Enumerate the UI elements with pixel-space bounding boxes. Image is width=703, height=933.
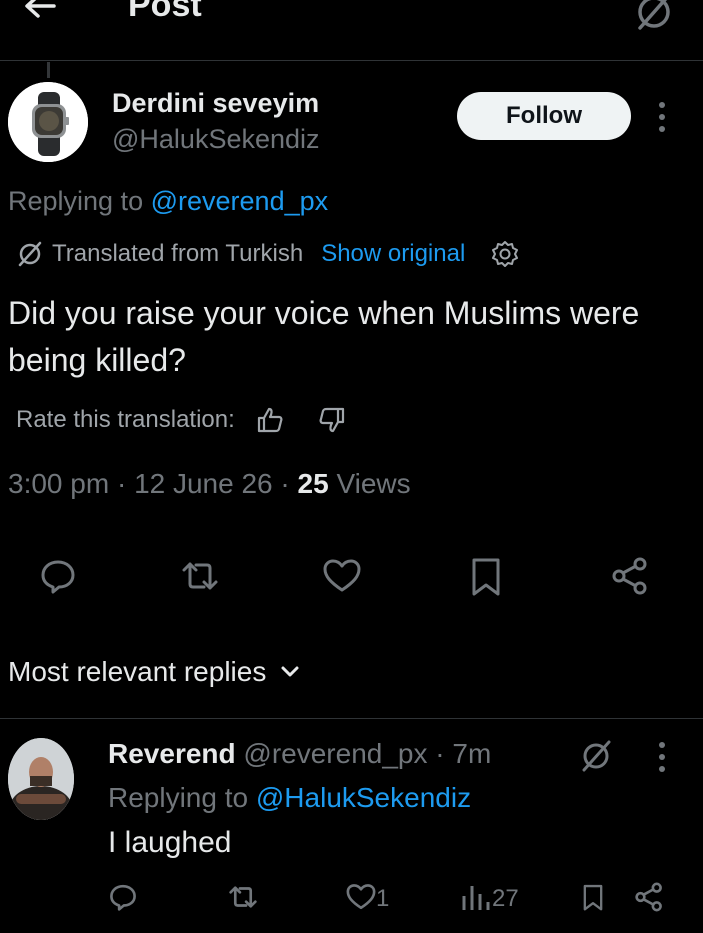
post-date: 12 June 26: [134, 468, 273, 499]
share-icon: [635, 882, 662, 912]
top-bar: Post: [0, 0, 703, 61]
reply-replying-to-handle[interactable]: @HalukSekendiz: [256, 782, 471, 813]
reply-icon: [110, 884, 136, 911]
reply-views-count: 27: [492, 885, 519, 912]
grok-icon: [638, 0, 670, 30]
translation-bar: Translated from Turkish Show original: [16, 238, 519, 270]
analytics-icon: [462, 886, 490, 910]
thread-connector-line: [47, 62, 50, 78]
reply-grok-button[interactable]: [578, 738, 614, 774]
rate-translation-label: Rate this translation:: [16, 406, 235, 433]
replying-to-handle[interactable]: @reverend_px: [151, 186, 329, 216]
more-vertical-icon: [659, 742, 665, 772]
gear-icon[interactable]: [491, 240, 519, 268]
reply-share-button[interactable]: [632, 880, 666, 914]
reply-reply-button[interactable]: [106, 880, 140, 914]
bookmark-icon: [583, 884, 603, 911]
reply-avatar[interactable]: [8, 738, 74, 820]
post-text: Did you raise your voice when Muslims we…: [8, 295, 640, 378]
page-title: Post: [128, 0, 202, 24]
more-vertical-icon: [659, 102, 665, 132]
reply-age: 7m: [452, 738, 492, 769]
like-button[interactable]: [320, 554, 364, 598]
translated-label: Translated from Turkish: [52, 240, 304, 267]
thumbs-down-icon[interactable]: [317, 405, 347, 435]
replying-to-label: Replying to: [8, 186, 144, 216]
replies-sort-dropdown[interactable]: Most relevant replies: [8, 656, 302, 688]
views-count: 25: [297, 468, 329, 499]
follow-button[interactable]: Follow: [457, 92, 631, 140]
views-label: Views: [336, 468, 411, 499]
share-icon: [612, 557, 647, 595]
reply-header: Reverend @reverend_px · 7m: [108, 738, 492, 769]
replying-to: Replying to @reverend_px: [8, 186, 328, 217]
reply-button[interactable]: [36, 554, 80, 598]
divider: [0, 718, 703, 719]
back-button[interactable]: [20, 0, 60, 28]
repost-icon: [182, 562, 218, 590]
replies-sort-label: Most relevant replies: [8, 656, 267, 687]
author-name[interactable]: Derdini seveyim: [112, 88, 319, 119]
reply-replying-to: Replying to @HalukSekendiz: [108, 782, 471, 814]
rate-translation-row: Rate this translation:: [16, 402, 347, 438]
thumbs-up-icon[interactable]: [255, 405, 285, 435]
more-options-button[interactable]: [652, 100, 672, 134]
reply-text: I laughed: [108, 826, 232, 859]
reply-more-options-button[interactable]: [652, 740, 672, 774]
reply-like-button[interactable]: [344, 880, 378, 914]
reply-icon: [41, 560, 75, 594]
back-arrow-icon: [25, 0, 56, 18]
chevron-down-icon: [281, 666, 299, 677]
reply-avatar-image: [8, 738, 74, 820]
grok-icon: [582, 740, 611, 772]
heart-icon: [323, 559, 361, 592]
reply-replying-to-label: Replying to: [108, 782, 249, 813]
watch-avatar-image: [8, 82, 88, 162]
avatar[interactable]: [8, 82, 88, 162]
grok-button[interactable]: [632, 0, 676, 34]
repost-icon: [229, 886, 257, 908]
reply-like-count: 1: [376, 885, 390, 912]
bookmark-icon: [472, 558, 500, 596]
show-original-link[interactable]: Show original: [321, 240, 465, 268]
reply-bookmark-button[interactable]: [578, 880, 608, 914]
share-button[interactable]: [608, 554, 652, 598]
reply-author-handle[interactable]: @reverend_px: [243, 738, 427, 769]
repost-button[interactable]: [178, 554, 222, 598]
post-time: 3:00 pm: [8, 468, 110, 499]
reply-views-button[interactable]: [460, 882, 490, 912]
reply-author-name[interactable]: Reverend: [108, 738, 236, 769]
post-metadata: 3:00 pm · 12 June 26 · 25 Views: [8, 468, 411, 499]
translate-icon: [18, 241, 42, 267]
author-handle[interactable]: @HalukSekendiz: [112, 124, 320, 155]
bookmark-button[interactable]: [464, 554, 508, 598]
heart-icon: [346, 884, 376, 910]
reply-repost-button[interactable]: [226, 880, 260, 914]
